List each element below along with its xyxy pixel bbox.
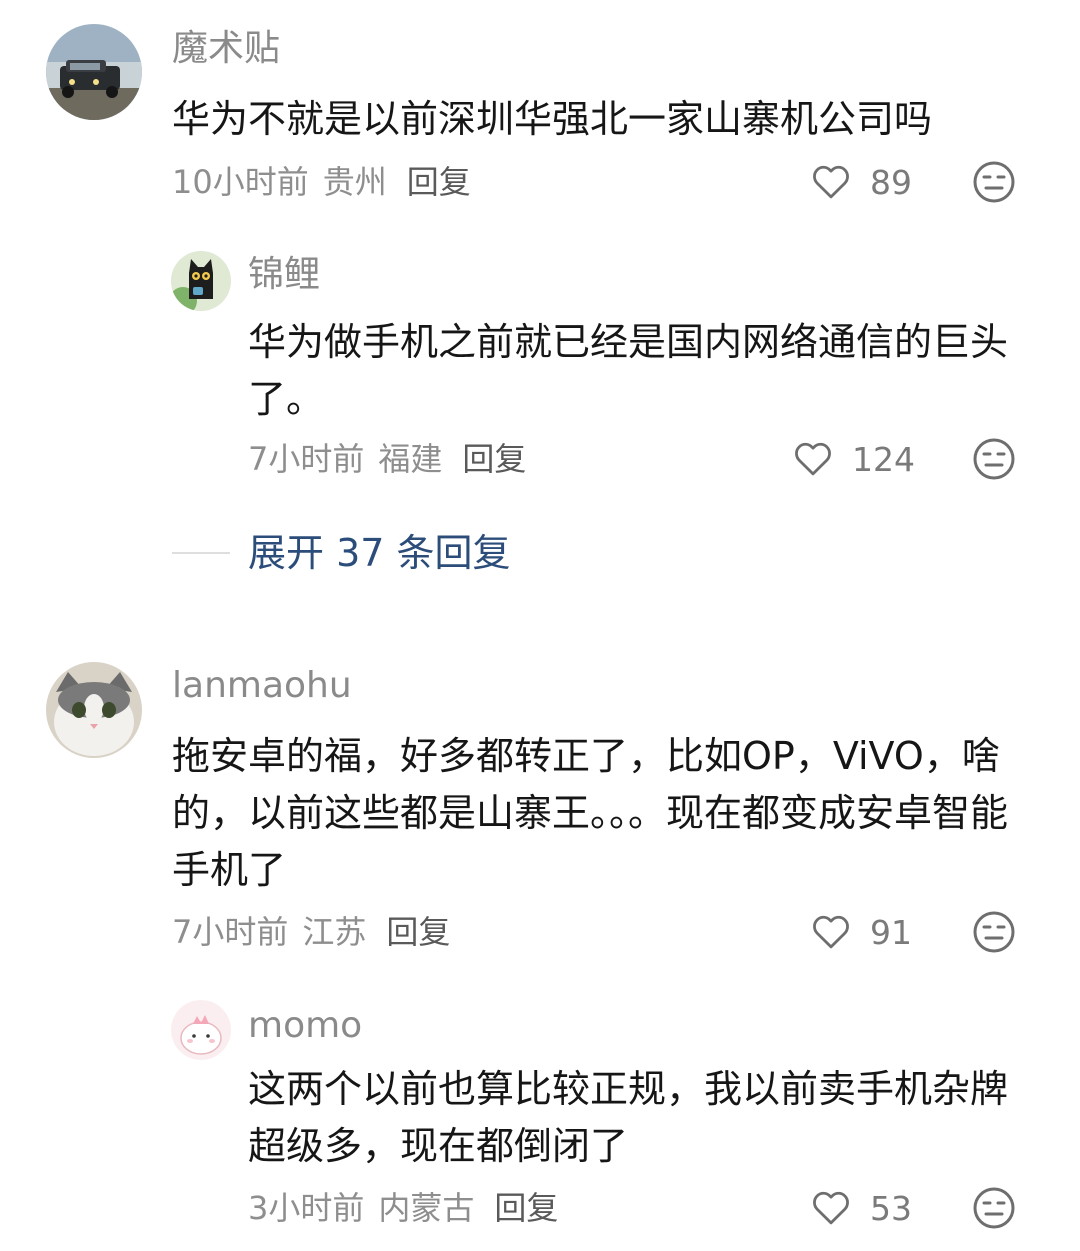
- avatar-jinli[interactable]: [171, 251, 231, 311]
- meh-face-icon[interactable]: [972, 910, 1016, 954]
- comment-location: 江苏: [302, 913, 367, 951]
- black-cat-avatar-image: [171, 251, 231, 311]
- comment-time: 10小时前: [172, 163, 309, 201]
- like-count: 53: [870, 1188, 912, 1228]
- comment-location: 内蒙古: [378, 1189, 475, 1227]
- username[interactable]: momo: [248, 1004, 362, 1048]
- username[interactable]: lanmaohu: [172, 664, 352, 708]
- avatar-momo[interactable]: [171, 1000, 231, 1060]
- like-count: 124: [852, 439, 915, 479]
- comment-meta: 7小时前 福建 回复: [248, 439, 540, 479]
- meh-face-icon[interactable]: [972, 1186, 1016, 1230]
- meh-face-icon[interactable]: [972, 160, 1016, 204]
- jeep-avatar-image: [46, 24, 142, 120]
- meh-face-icon[interactable]: [972, 437, 1016, 481]
- comment-time: 7小时前: [172, 913, 289, 951]
- avatar-lanmaohu[interactable]: [46, 662, 142, 758]
- comment-time: 7小时前: [248, 440, 365, 478]
- heart-outline-icon: [813, 165, 849, 199]
- comment-meta: 3小时前 内蒙古 回复: [248, 1188, 572, 1228]
- reply-button[interactable]: 回复: [407, 163, 471, 201]
- reply-button[interactable]: 回复: [386, 913, 450, 951]
- expand-replies-link[interactable]: 展开 37 条回复: [248, 528, 511, 578]
- expand-divider: [172, 552, 230, 554]
- avatar-mofatie[interactable]: [46, 24, 142, 120]
- heart-outline-icon: [795, 442, 831, 476]
- comment-meta: 7小时前 江苏 回复: [172, 912, 464, 952]
- username[interactable]: 锦鲤: [248, 253, 320, 297]
- reply-button[interactable]: 回复: [462, 440, 526, 478]
- comment-location: 福建: [378, 440, 443, 478]
- comment-text: 这两个以前也算比较正规，我以前卖手机杂牌超级多，现在都倒闭了: [248, 1067, 1009, 1168]
- like-count: 89: [870, 162, 912, 202]
- like-count: 91: [870, 912, 912, 952]
- cat-avatar-image: [46, 662, 142, 758]
- reply-button[interactable]: 回复: [494, 1189, 558, 1227]
- like-button[interactable]: 53: [810, 1184, 912, 1232]
- like-button[interactable]: 91: [810, 908, 912, 956]
- comment-meta: 10小时前 贵州 回复: [172, 162, 485, 202]
- pink-dino-avatar-image: [171, 1000, 231, 1060]
- comment-location: 贵州: [322, 163, 387, 201]
- comment-text: 华为做手机之前就已经是国内网络通信的巨头了。: [248, 320, 1009, 421]
- username[interactable]: 魔术贴: [172, 27, 280, 71]
- comment-time: 3小时前: [248, 1189, 365, 1227]
- comment-text: 华为不就是以前深圳华强北一家山寨机公司吗: [172, 97, 933, 141]
- like-button[interactable]: 124: [792, 435, 915, 483]
- heart-outline-icon: [813, 915, 849, 949]
- heart-outline-icon: [813, 1191, 849, 1225]
- like-button[interactable]: 89: [810, 158, 912, 206]
- comment-text: 拖安卓的福，好多都转正了，比如OP，ViVO，啥的，以前这些都是山寨王。。。现在…: [172, 734, 1009, 892]
